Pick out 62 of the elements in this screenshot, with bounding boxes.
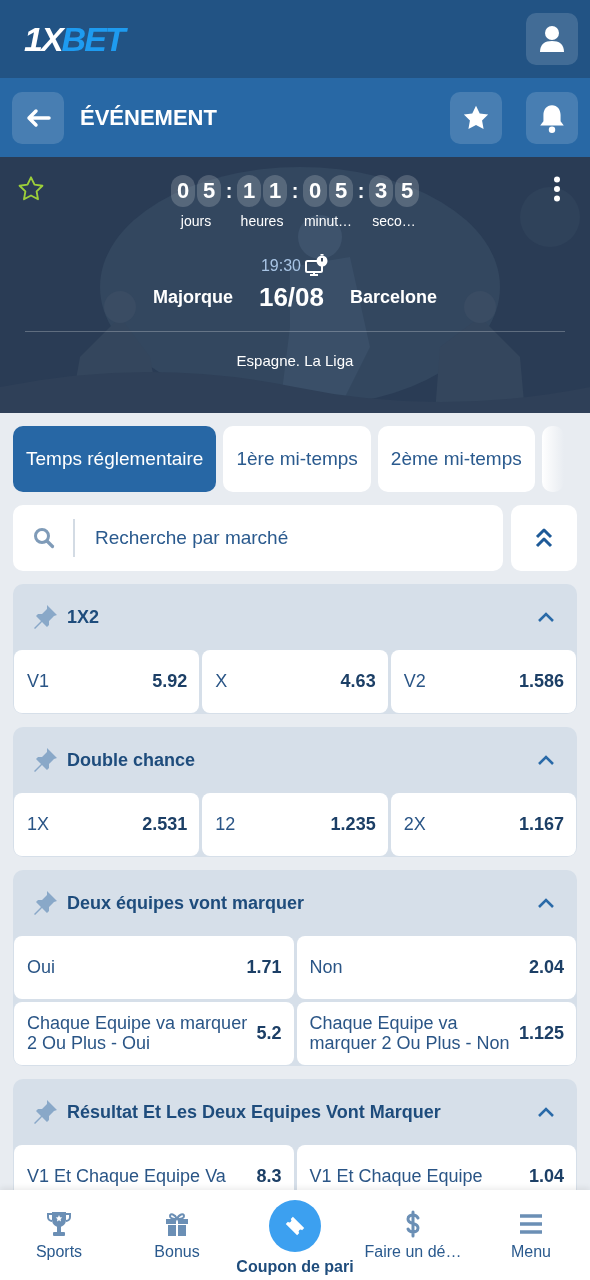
notifications-button[interactable] xyxy=(526,91,578,144)
countdown-digit: 5 xyxy=(395,175,419,207)
odds-button[interactable]: V1 Et Chaque Equipe Va 8.3 xyxy=(14,1145,294,1190)
countdown-unit: heures xyxy=(240,212,284,231)
countdown-separator: : xyxy=(356,179,366,204)
odds-button[interactable]: 12 1.235 xyxy=(202,793,388,856)
chevron-icon[interactable] xyxy=(537,897,555,909)
countdown-separator: : xyxy=(290,179,300,204)
countdown-digit: 0 xyxy=(303,175,327,207)
gift-icon xyxy=(163,1210,191,1238)
odds-button[interactable]: V1 5.92 xyxy=(14,650,200,713)
search-icon xyxy=(33,527,55,549)
back-arrow-icon xyxy=(25,107,51,128)
match-time: 19:30 xyxy=(260,256,301,276)
double-chevron-up-icon xyxy=(534,527,554,549)
countdown-digit: 3 xyxy=(369,175,393,207)
countdown-separator: : xyxy=(224,179,234,204)
nav-item[interactable]: Faire un dé… xyxy=(354,1190,472,1264)
countdown-digit: 1 xyxy=(237,175,261,207)
odds-button[interactable]: 2X 1.167 xyxy=(390,793,576,856)
odds-button[interactable]: X 4.63 xyxy=(202,650,388,713)
tab[interactable]: 1ère mi-temps xyxy=(223,426,371,492)
trophy-icon xyxy=(45,1210,73,1238)
odds-button[interactable]: Oui 1.71 xyxy=(14,936,294,999)
countdown-digit: 5 xyxy=(197,175,221,207)
league-name: Espagne. La Liga xyxy=(236,351,354,371)
odds-button[interactable]: V2 1.586 xyxy=(390,650,576,713)
countdown-digit: 5 xyxy=(329,175,353,207)
favorite-button[interactable] xyxy=(450,91,502,144)
tab[interactable]: 2ème mi-temps xyxy=(377,426,535,492)
chevron-icon[interactable] xyxy=(537,754,555,766)
match-date: 16/08 xyxy=(258,281,324,314)
countdown-unit: jours xyxy=(180,212,212,231)
user-icon xyxy=(539,25,565,53)
chevron-icon[interactable] xyxy=(537,611,555,623)
nav-item[interactable]: Menu xyxy=(472,1190,590,1264)
countdown-unit: minut… xyxy=(303,212,353,231)
tv-stopwatch-icon xyxy=(305,254,329,278)
market-title: Résultat Et Les Deux Equipes Vont Marquer xyxy=(67,1100,442,1124)
countdown-unit: seco… xyxy=(372,212,416,231)
bell-icon xyxy=(539,102,565,133)
nav-item[interactable]: Bonus xyxy=(118,1190,236,1264)
odds-button[interactable]: Non 2.04 xyxy=(296,936,576,999)
chevron-icon[interactable] xyxy=(537,1106,555,1118)
market-title: Double chance xyxy=(67,748,197,772)
tab[interactable]: Temps réglementaire xyxy=(13,426,217,492)
page-title: ÉVÉNEMENT xyxy=(80,104,218,132)
nav-item[interactable]: Coupon de pari xyxy=(236,1190,354,1279)
account-button[interactable] xyxy=(526,13,578,65)
countdown-digit: 0 xyxy=(171,175,195,207)
market-title: Deux équipes vont marquer xyxy=(67,891,306,915)
countdown-digit: 1 xyxy=(263,175,287,207)
odds-button[interactable]: V1 Et Chaque Equipe 1.04 xyxy=(296,1145,576,1190)
more-options-icon[interactable] xyxy=(553,176,561,202)
odds-button[interactable]: 1X 2.531 xyxy=(14,793,200,856)
nav-item[interactable]: Sports xyxy=(0,1190,118,1264)
favorite-star-icon[interactable] xyxy=(17,175,45,203)
away-team: Barcelone xyxy=(350,286,438,309)
market-title: 1X2 xyxy=(67,605,101,629)
collapse-all-button[interactable] xyxy=(511,505,577,571)
back-button[interactable] xyxy=(12,91,64,144)
home-team: Majorque xyxy=(152,286,233,309)
